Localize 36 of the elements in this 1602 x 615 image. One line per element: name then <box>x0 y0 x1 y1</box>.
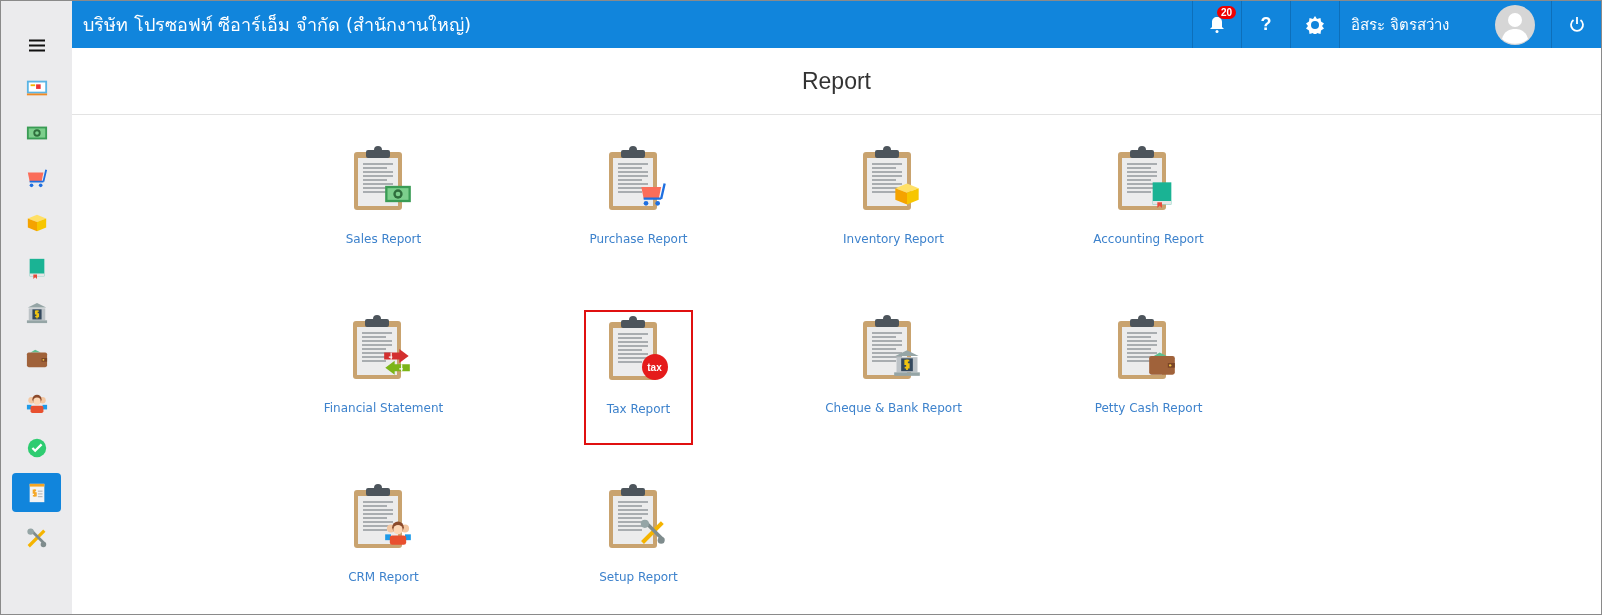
cart-icon <box>638 180 667 208</box>
report-tile[interactable]: Petty Cash Report <box>1089 310 1208 445</box>
notification-badge: 20 <box>1217 6 1237 19</box>
settings-icon <box>1306 15 1324 34</box>
clipboard-icon <box>353 315 402 379</box>
page-title: Report <box>801 67 871 95</box>
user-name: อิสระ จิตรสว่าง <box>1351 14 1450 36</box>
report-tile[interactable]: Setup Report <box>584 479 693 614</box>
power-icon <box>1568 15 1585 34</box>
report-tile[interactable]: Inventory Report <box>838 141 949 276</box>
clipboard-icon <box>353 146 402 210</box>
company-name: บริษัท โปรซอฟท์ ซีอาร์เอ็ม จำกัด (สำนักงานใหญ่) <box>82 13 472 38</box>
tools-icon <box>25 526 48 549</box>
clipboard-icon <box>863 146 912 210</box>
report-tile[interactable]: CRM Report <box>329 479 438 614</box>
notifications-button[interactable]: 20 <box>1192 1 1241 49</box>
sidebar-item[interactable] <box>12 473 61 512</box>
report-tile[interactable]: Sales Report <box>329 141 438 276</box>
clipboard-icon <box>608 146 657 210</box>
check-circle-icon <box>25 436 48 459</box>
bank-icon <box>893 349 922 377</box>
tools-icon <box>638 518 667 546</box>
report-tile[interactable]: Accounting Report <box>1088 141 1209 276</box>
report-tile[interactable]: Cheque & Bank Report <box>820 310 967 445</box>
report-tile[interactable]: Purchase Report <box>584 141 693 276</box>
help-button[interactable]: ? <box>1241 1 1290 49</box>
avatar-icon[interactable] <box>1495 4 1535 45</box>
bell-icon <box>1210 16 1224 33</box>
transfer-arrows-icon <box>383 349 412 377</box>
bank-icon <box>25 301 48 324</box>
clipboard-icon <box>608 484 657 548</box>
menu-icon[interactable] <box>28 39 45 52</box>
report-tile[interactable]: Financial Statement <box>318 310 449 445</box>
clipboard-icon <box>353 484 402 548</box>
clipboard-icon <box>1118 146 1167 210</box>
report-tile[interactable]: tax Tax Report <box>584 310 693 445</box>
